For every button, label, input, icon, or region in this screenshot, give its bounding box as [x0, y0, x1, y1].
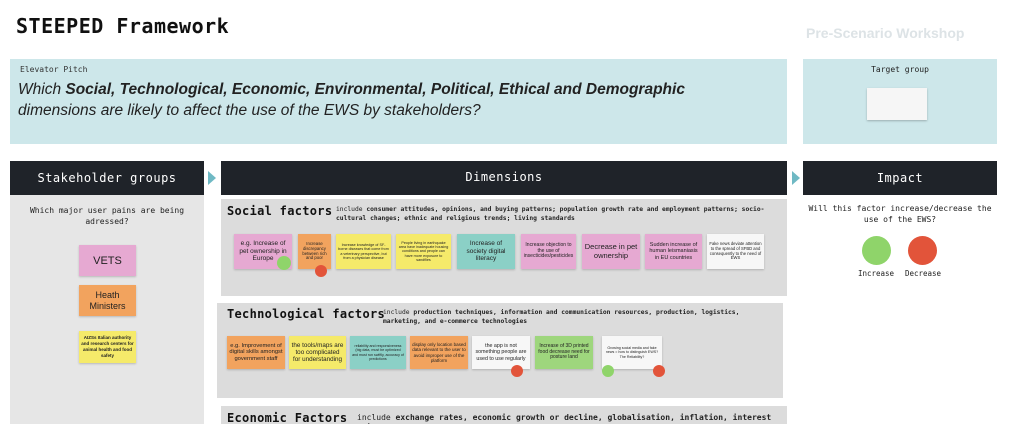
page-title: STEEPED Framework: [16, 14, 230, 38]
econ-desc-bold: exchange rates, economic growth or decli…: [357, 413, 772, 424]
technological-factors-row: Technological factors include production…: [217, 303, 783, 398]
target-group-label: Target group: [871, 65, 929, 74]
increase-legend-dot[interactable]: [862, 236, 891, 265]
note-sf-borne-knowledge[interactable]: Increase knowledge of SF-borne diseases …: [336, 234, 391, 269]
impact-header: Impact: [803, 161, 997, 195]
sticky-note-vets[interactable]: VETS: [79, 245, 136, 276]
elevator-pitch-label: Elevator Pitch: [20, 65, 88, 74]
note-3d-printed-food[interactable]: Increase of 3D printed food decrease nee…: [535, 336, 593, 369]
social-factors-title: Social factors: [227, 204, 333, 218]
sticky-note-aizs[interactable]: AIZSs Italian authority and research cen…: [79, 331, 136, 363]
target-group-sticky-note[interactable]: [867, 88, 927, 120]
impact-question: Will this factor increase/decrease the u…: [808, 204, 992, 224]
increase-dot[interactable]: [602, 365, 614, 377]
economic-factors-row: Economic Factors include exchange rates,…: [221, 406, 787, 424]
pitch-text-c: dimensions are likely to affect the use …: [18, 102, 481, 119]
note-pet-ownership-decrease[interactable]: Decrease in pet ownership: [582, 234, 640, 269]
economic-factors-title: Economic Factors: [227, 411, 348, 424]
decrease-label: Decrease: [904, 269, 942, 278]
decrease-dot[interactable]: [511, 365, 523, 377]
pitch-text-a: Which: [18, 81, 66, 98]
economic-factors-description: include exchange rates, economic growth …: [357, 413, 777, 424]
note-fake-news[interactable]: Fake news deviate attention to the sprea…: [707, 234, 764, 269]
note-leishmaniasis-increase[interactable]: Sudden increase of human leismaniasis in…: [645, 234, 702, 269]
note-tools-complicated[interactable]: the tools/maps are too complicated for u…: [289, 336, 346, 369]
stakeholder-groups-panel: Which major user pains are being adresse…: [10, 195, 204, 424]
note-digital-skills[interactable]: e.g. Improvement of digital skills among…: [227, 336, 285, 369]
social-factors-description: include consumer attitudes, opinions, an…: [336, 205, 781, 223]
elevator-pitch-text: Which Social, Technological, Economic, E…: [18, 79, 758, 121]
note-insecticide-objection[interactable]: Increase objection to the use of insecti…: [521, 234, 576, 269]
technological-factors-description: include production techniques, informati…: [383, 308, 773, 326]
dimensions-header: Dimensions: [221, 161, 787, 195]
note-app-not-used[interactable]: the app is not something people are used…: [472, 336, 530, 369]
tech-desc-a: include: [383, 309, 414, 316]
social-desc-bold: consumer attitudes, opinions, and buying…: [336, 206, 765, 222]
note-location-data[interactable]: display only location based data relevan…: [410, 336, 468, 369]
arrow-right-icon: [208, 171, 216, 185]
arrow-right-icon: [792, 171, 800, 185]
increase-dot[interactable]: [277, 256, 291, 270]
decrease-dot[interactable]: [653, 365, 665, 377]
target-group-panel: Target group: [803, 59, 997, 144]
stakeholder-groups-header: Stakeholder groups: [10, 161, 204, 195]
stakeholder-question: Which major user pains are being adresse…: [29, 206, 185, 226]
econ-desc-a: include: [357, 413, 396, 422]
note-rich-poor-discrepancy[interactable]: Increase discrepancy between rich and po…: [298, 234, 331, 269]
social-factors-row: Social factors include consumer attitude…: [221, 199, 787, 296]
page-subtitle: Pre-Scenario Workshop: [806, 25, 965, 41]
sticky-note-health-ministers[interactable]: Heath Ministers: [79, 285, 136, 316]
note-social-media-fake-news[interactable]: Growing social media and fake news = how…: [602, 336, 662, 369]
social-desc-a: include: [336, 206, 367, 213]
note-earthquake-housing[interactable]: People living in earthquake area have in…: [396, 234, 451, 269]
elevator-pitch-panel: Elevator Pitch Which Social, Technologic…: [10, 59, 787, 144]
pitch-text-bold: Social, Technological, Economic, Environ…: [65, 81, 685, 98]
note-digital-literacy[interactable]: Increase of society digital literacy: [457, 234, 515, 269]
note-reliability[interactable]: reliability and responsiveness (big data…: [350, 336, 406, 369]
tech-desc-bold: production techniques, information and c…: [383, 309, 740, 325]
technological-factors-title: Technological factors: [227, 307, 386, 321]
decrease-dot[interactable]: [315, 265, 327, 277]
decrease-legend-dot[interactable]: [908, 236, 937, 265]
